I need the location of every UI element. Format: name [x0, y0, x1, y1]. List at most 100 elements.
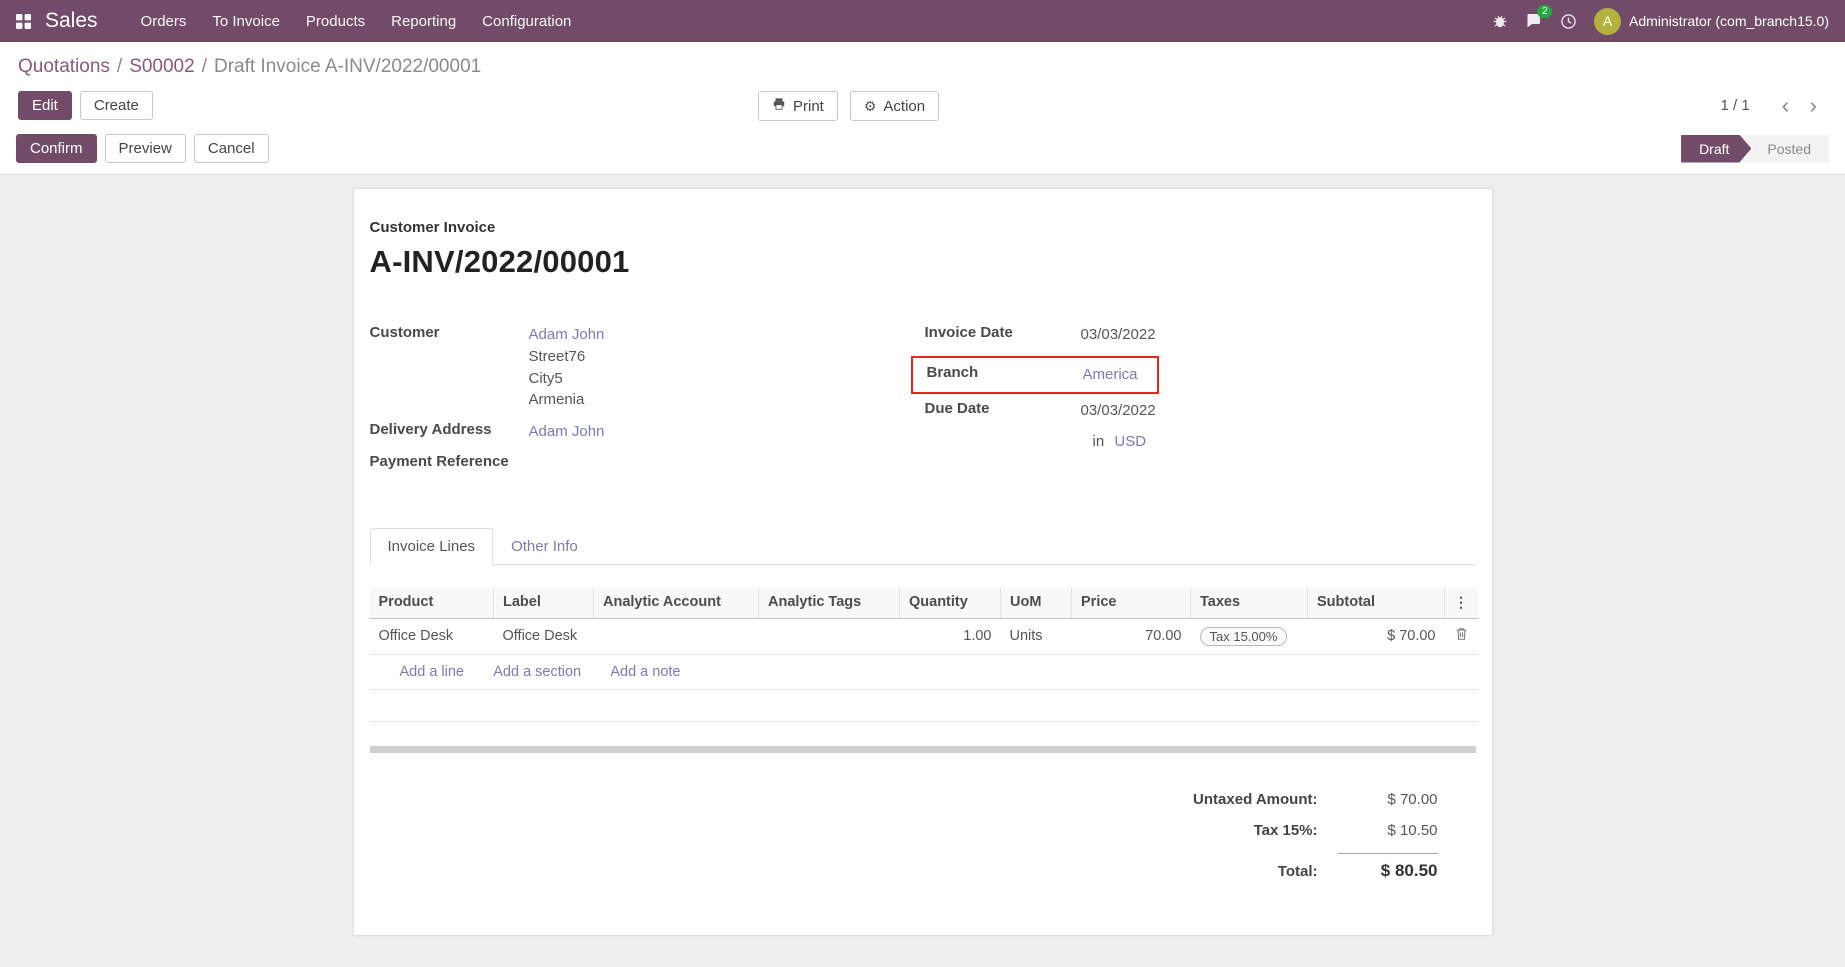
- nav-item-reporting[interactable]: Reporting: [378, 2, 469, 41]
- edit-button[interactable]: Edit: [18, 91, 72, 120]
- preview-button[interactable]: Preview: [105, 134, 186, 163]
- nav-item-orders[interactable]: Orders: [128, 2, 200, 41]
- nav-menu: Orders To Invoice Products Reporting Con…: [128, 2, 585, 41]
- user-menu[interactable]: A Administrator (com_branch15.0): [1594, 8, 1829, 35]
- status-step-draft[interactable]: Draft: [1681, 135, 1751, 163]
- delivery-address-label: Delivery Address: [370, 421, 529, 438]
- status-pipeline: Draft Posted: [1681, 135, 1829, 163]
- tax-pill[interactable]: Tax 15.00%: [1200, 627, 1288, 646]
- breadcrumb-s00002-link[interactable]: S00002: [129, 56, 195, 77]
- table-end-bar: [370, 746, 1476, 753]
- add-a-line-link[interactable]: Add a line: [400, 664, 465, 680]
- col-header-label[interactable]: Label: [494, 587, 594, 619]
- customer-link[interactable]: Adam John: [529, 326, 605, 343]
- control-panel: Edit Create Print ⚙ Action 1 / 1 ‹ ›: [0, 82, 1845, 129]
- invoice-date-label: Invoice Date: [925, 324, 1081, 341]
- breadcrumb-quotations-link[interactable]: Quotations: [18, 56, 110, 77]
- gear-icon: ⚙: [864, 99, 877, 113]
- cancel-button[interactable]: Cancel: [194, 134, 269, 163]
- nav-systray: 2 A Administrator (com_branch15.0): [1492, 8, 1829, 35]
- app-brand[interactable]: Sales: [45, 9, 98, 33]
- confirm-button[interactable]: Confirm: [16, 134, 97, 163]
- cell-taxes: Tax 15.00%: [1191, 618, 1308, 654]
- delete-line-icon[interactable]: [1445, 618, 1478, 654]
- pager-next-icon[interactable]: ›: [1809, 96, 1817, 114]
- customer-address-line: Armenia: [529, 389, 605, 411]
- messages-icon[interactable]: 2: [1525, 13, 1543, 29]
- col-header-analytic-tags[interactable]: Analytic Tags: [759, 587, 900, 619]
- cell-uom[interactable]: Units: [1001, 618, 1072, 654]
- tab-other-info[interactable]: Other Info: [493, 528, 596, 565]
- optional-columns-icon[interactable]: ⋮: [1445, 587, 1478, 619]
- untaxed-amount-label: Untaxed Amount:: [1193, 791, 1317, 808]
- breadcrumb: Quotations/S00002/Draft Invoice A-INV/20…: [0, 42, 1845, 82]
- invoice-date-field: Invoice Date 03/03/2022: [925, 324, 1476, 346]
- untaxed-amount-value: $ 70.00: [1338, 791, 1438, 808]
- tab-invoice-lines[interactable]: Invoice Lines: [370, 528, 494, 565]
- field-group: Customer Adam John Street76 City5 Armeni…: [370, 324, 1476, 480]
- action-label: Action: [883, 98, 925, 115]
- cell-label[interactable]: Office Desk: [494, 618, 594, 654]
- status-step-posted[interactable]: Posted: [1741, 135, 1829, 163]
- tax-label: Tax 15%:: [1254, 822, 1318, 839]
- currency-link[interactable]: USD: [1114, 433, 1146, 450]
- nav-item-to-invoice[interactable]: To Invoice: [199, 2, 293, 41]
- col-header-analytic-account[interactable]: Analytic Account: [594, 587, 759, 619]
- user-name-label: Administrator (com_branch15.0): [1629, 13, 1829, 29]
- top-nav: Sales Orders To Invoice Products Reporti…: [0, 0, 1845, 42]
- cell-price[interactable]: 70.00: [1072, 618, 1191, 654]
- currency-prefix: in: [1093, 433, 1105, 450]
- invoice-number: A-INV/2022/00001: [370, 244, 1476, 280]
- field-column-left: Customer Adam John Street76 City5 Armeni…: [370, 324, 925, 480]
- bug-icon[interactable]: [1492, 13, 1508, 29]
- nav-item-configuration[interactable]: Configuration: [469, 2, 584, 41]
- col-header-uom[interactable]: UoM: [1001, 587, 1072, 619]
- col-header-price[interactable]: Price: [1072, 587, 1191, 619]
- customer-label: Customer: [370, 324, 529, 341]
- empty-line-row: [370, 689, 1478, 721]
- print-button[interactable]: Print: [758, 91, 838, 121]
- total-value: $ 80.50: [1338, 853, 1438, 881]
- invoice-line-row[interactable]: Office Desk Office Desk 1.00 Units 70.00…: [370, 618, 1478, 654]
- col-header-quantity[interactable]: Quantity: [900, 587, 1001, 619]
- printer-icon: [772, 97, 786, 115]
- col-header-subtotal[interactable]: Subtotal: [1308, 587, 1445, 619]
- invoice-date-value[interactable]: 03/03/2022: [1081, 324, 1156, 346]
- form-view: Customer Invoice A-INV/2022/00001 Custom…: [0, 175, 1845, 967]
- breadcrumb-current: Draft Invoice A-INV/2022/00001: [214, 56, 481, 77]
- cell-quantity[interactable]: 1.00: [900, 618, 1001, 654]
- due-date-field: Due Date 03/03/2022: [925, 400, 1476, 422]
- action-button[interactable]: ⚙ Action: [850, 91, 939, 121]
- add-links-row: Add a line Add a section Add a note: [370, 654, 1478, 689]
- cell-product[interactable]: Office Desk: [370, 618, 494, 654]
- due-date-label: Due Date: [925, 400, 1081, 417]
- table-header-row: Product Label Analytic Account Analytic …: [370, 587, 1478, 619]
- due-date-value[interactable]: 03/03/2022: [1081, 400, 1156, 422]
- nav-item-products[interactable]: Products: [293, 2, 378, 41]
- customer-address-line: City5: [529, 368, 605, 390]
- payment-reference-label: Payment Reference: [370, 453, 529, 470]
- col-header-taxes[interactable]: Taxes: [1191, 587, 1308, 619]
- document-type-label: Customer Invoice: [370, 219, 1476, 236]
- breadcrumb-separator: /: [202, 56, 207, 77]
- col-header-product[interactable]: Product: [370, 587, 494, 619]
- center-actions: Print ⚙ Action: [758, 91, 939, 121]
- apps-grid-icon[interactable]: [16, 14, 31, 29]
- customer-field: Customer Adam John Street76 City5 Armeni…: [370, 324, 925, 411]
- branch-link[interactable]: America: [1083, 366, 1138, 383]
- activities-clock-icon[interactable]: [1560, 13, 1577, 30]
- branch-label: Branch: [927, 364, 1083, 386]
- delivery-address-link[interactable]: Adam John: [529, 423, 605, 440]
- total-row: Total: $ 80.50: [1278, 853, 1438, 881]
- cell-analytic-tags[interactable]: [759, 618, 900, 654]
- create-button[interactable]: Create: [80, 91, 153, 120]
- cell-subtotal: $ 70.00: [1308, 618, 1445, 654]
- pager-previous-icon[interactable]: ‹: [1782, 96, 1790, 114]
- cell-analytic-account[interactable]: [594, 618, 759, 654]
- add-a-note-link[interactable]: Add a note: [610, 664, 680, 680]
- payment-reference-field: Payment Reference: [370, 453, 925, 470]
- tax-value: $ 10.50: [1338, 822, 1438, 839]
- pager: 1 / 1 ‹ ›: [1720, 96, 1817, 114]
- invoice-lines-table: Product Label Analytic Account Analytic …: [370, 587, 1478, 722]
- add-a-section-link[interactable]: Add a section: [493, 664, 581, 680]
